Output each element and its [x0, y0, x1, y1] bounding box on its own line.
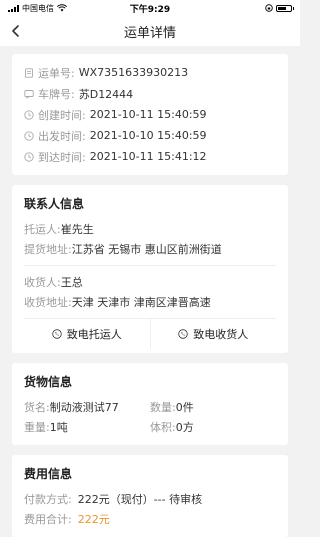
back-arrow-icon[interactable] [8, 23, 24, 39]
payment-row: 付款方式: 222元（现付）--- 待审核 [24, 489, 276, 509]
contacts-card: 联系人信息 托运人: 崔先生 提货地址: 江苏省 无锡市 惠山区前洲街道 收货人… [12, 185, 288, 353]
created-value: 2021-10-11 15:40:59 [89, 108, 207, 121]
goods-volume-row: 体积: 0方 [150, 417, 276, 437]
goods-name-label: 货名: [24, 401, 50, 414]
order-no-value: WX7351633930213 [78, 66, 189, 79]
orientation-lock-icon [265, 4, 273, 12]
total-value: 222元 [77, 513, 110, 526]
plate-label: 车牌号: [38, 87, 75, 101]
goods-name-row: 货名: 制动液测试77 [24, 397, 150, 417]
total-label: 费用合计: [24, 513, 72, 526]
document-icon [25, 67, 33, 78]
call-actions: 致电托运人 致电收货人 [24, 318, 276, 349]
signal-icon [8, 4, 19, 12]
phone-icon [178, 329, 188, 339]
pickup-row: 提货地址: 江苏省 无锡市 惠山区前洲街道 [24, 239, 276, 259]
receiver-label: 收货人: [24, 276, 61, 289]
goods-qty-value: 0件 [175, 401, 194, 414]
call-shipper-button[interactable]: 致电托运人 [24, 319, 150, 349]
call-receiver-button[interactable]: 致电收货人 [149, 319, 277, 349]
arrived-label: 到达时间: [38, 150, 86, 164]
goods-weight-value: 1吨 [49, 421, 68, 434]
goods-volume-value: 0方 [175, 421, 194, 434]
clock-icon [24, 109, 34, 120]
nav-bar: 运单详情 [0, 16, 300, 46]
license-plate-icon [24, 89, 34, 99]
goods-title: 货物信息 [24, 375, 73, 389]
call-receiver-label: 致电收货人 [193, 328, 249, 341]
departed-value: 2021-10-10 15:40:59 [89, 129, 207, 142]
pickup-label: 提货地址: [24, 243, 72, 256]
created-label: 创建时间: [38, 108, 86, 122]
call-shipper-label: 致电托运人 [66, 328, 122, 341]
goods-weight-row: 重量: 1吨 [24, 417, 150, 437]
clock-icon [24, 130, 34, 141]
delivery-value: 天津 天津市 津南区津晋高速 [71, 296, 211, 309]
goods-card: 货物信息 货名: 制动液测试77 数量: 0件 重量: 1吨 体积: 0方 [12, 363, 288, 445]
receiver-row: 收货人: 王总 [24, 272, 276, 292]
arrived-value: 2021-10-11 15:41:12 [89, 150, 207, 163]
arrived-row: 到达时间: 2021-10-11 15:41:12 [24, 146, 276, 167]
fees-title: 费用信息 [24, 467, 73, 481]
wifi-icon [57, 4, 67, 12]
goods-qty-row: 数量: 0件 [150, 397, 276, 417]
goods-grid: 货名: 制动液测试77 数量: 0件 重量: 1吨 体积: 0方 [24, 397, 276, 437]
battery-icon [276, 4, 294, 12]
shipper-value: 崔先生 [60, 223, 94, 236]
delivery-row: 收货地址: 天津 天津市 津南区津晋高速 [24, 292, 276, 312]
order-no-row: 运单号: WX7351633930213 [24, 62, 276, 83]
shipper-label: 托运人: [24, 223, 61, 236]
status-right [265, 4, 294, 12]
goods-weight-label: 重量: [24, 421, 50, 434]
departed-label: 出发时间: [38, 129, 86, 143]
plate-value: 苏D12444 [78, 87, 134, 101]
page-title: 运单详情 [123, 25, 176, 41]
status-bar: 中国电信 下午9:29 [0, 0, 300, 16]
phone-icon [52, 329, 62, 339]
goods-volume-label: 体积: [150, 421, 176, 434]
divider [24, 265, 276, 266]
delivery-label: 收货地址: [24, 296, 72, 309]
order-no-label: 运单号: [38, 66, 75, 80]
fees-card: 费用信息 付款方式: 222元（现付）--- 待审核 费用合计: 222元 [12, 455, 288, 537]
plate-row: 车牌号: 苏D12444 [24, 83, 276, 104]
goods-qty-label: 数量: [150, 401, 176, 414]
receiver-value: 王总 [60, 276, 83, 289]
total-row: 费用合计: 222元 [24, 509, 276, 529]
payment-label: 付款方式: [24, 493, 72, 506]
created-row: 创建时间: 2021-10-11 15:40:59 [24, 104, 276, 125]
goods-name-value: 制动液测试77 [49, 401, 119, 414]
waybill-card: 运单号: WX7351633930213 车牌号: 苏D12444 创建时间: … [12, 54, 288, 175]
departed-row: 出发时间: 2021-10-10 15:40:59 [24, 125, 276, 146]
status-left: 中国电信 [8, 3, 67, 14]
carrier-name: 中国电信 [22, 3, 54, 13]
shipper-row: 托运人: 崔先生 [24, 219, 276, 239]
pickup-value: 江苏省 无锡市 惠山区前洲街道 [71, 243, 222, 256]
clock-icon [24, 151, 34, 162]
contacts-title: 联系人信息 [24, 197, 85, 211]
payment-value: 222元（现付）--- 待审核 [77, 493, 203, 506]
